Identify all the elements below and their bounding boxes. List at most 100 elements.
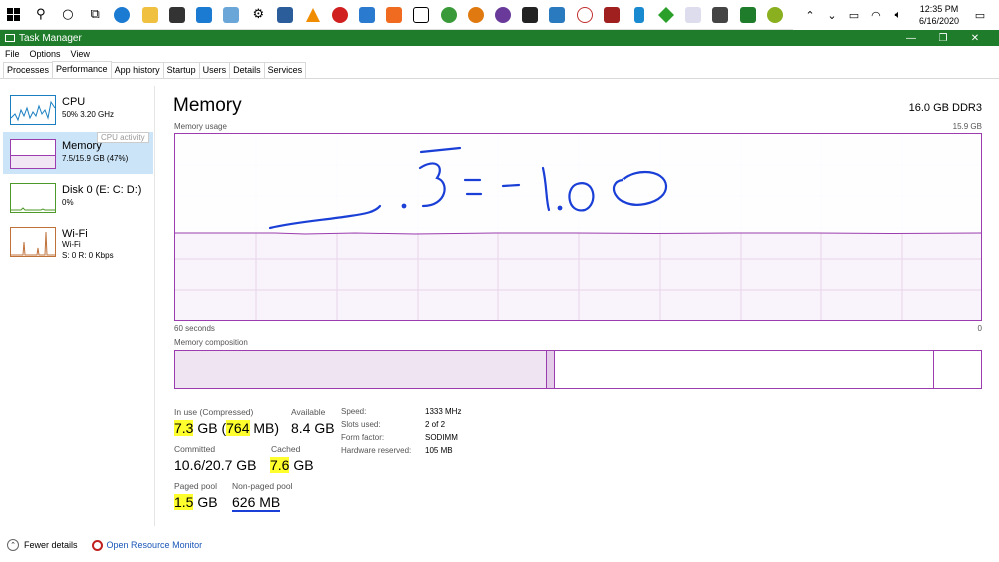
- menu-view[interactable]: View: [66, 49, 95, 59]
- paged-pool-value: 1.5 GB: [174, 494, 218, 510]
- app-icon-2[interactable]: [383, 5, 405, 25]
- memory-usage-label: Memory usage: [174, 122, 227, 131]
- tab-details[interactable]: Details: [229, 62, 265, 78]
- in-use-gb-unit: GB (: [193, 420, 227, 436]
- in-use-gb: 7.3: [174, 420, 194, 436]
- store-icon[interactable]: [166, 5, 188, 25]
- sidebar-memory-title: Memory: [62, 140, 102, 152]
- memory-composition-bar: [174, 350, 982, 389]
- app-icon-7[interactable]: [655, 5, 677, 25]
- tab-processes[interactable]: Processes: [3, 62, 54, 78]
- sidebar-wifi-title: Wi-Fi: [62, 228, 88, 240]
- memory-usage-chart: [175, 134, 981, 320]
- app-icon-3[interactable]: [465, 5, 487, 25]
- cached-unit: GB: [289, 457, 314, 473]
- tab-users[interactable]: Users: [198, 62, 231, 78]
- app-icon-10[interactable]: [764, 5, 786, 25]
- clock-date: 6/16/2020: [918, 16, 959, 26]
- composition-standby[interactable]: [555, 351, 934, 388]
- app-icon[interactable]: [220, 5, 242, 25]
- performance-sidebar: CPU 50% 3.20 GHz Memory 7.5/15.9 GB (47%…: [0, 86, 155, 526]
- edge-icon[interactable]: [111, 5, 133, 25]
- tab-bar: Processes Performance App history Startu…: [0, 61, 999, 79]
- tab-startup[interactable]: Startup: [162, 62, 200, 78]
- sidebar-wifi-sub: Wi-Fi: [62, 240, 81, 249]
- folder-icon[interactable]: [139, 5, 161, 25]
- windows-start-icon[interactable]: [3, 5, 25, 25]
- photos-icon[interactable]: [274, 5, 296, 25]
- wifi-icon[interactable]: ◠: [867, 5, 885, 25]
- chevron-up-icon[interactable]: ⌃: [801, 5, 819, 25]
- cpu-thumbnail: [10, 95, 56, 125]
- menu-file[interactable]: File: [0, 49, 25, 59]
- vscode-icon[interactable]: [356, 5, 378, 25]
- notifications-icon[interactable]: ▭: [971, 5, 989, 25]
- slots-value: 2 of 2: [425, 420, 446, 429]
- minimize-button[interactable]: —: [895, 33, 927, 44]
- sidebar-wifi-sub2: S: 0 R: 0 Kbps: [62, 251, 114, 260]
- tab-performance[interactable]: Performance: [52, 61, 112, 78]
- app-icon-5[interactable]: [519, 5, 541, 25]
- globe-icon[interactable]: [438, 5, 460, 25]
- cached-number: 7.6: [270, 457, 290, 473]
- resource-monitor-icon: [91, 539, 103, 551]
- 7zip-icon[interactable]: [410, 5, 432, 25]
- settings-icon[interactable]: ⚙: [247, 5, 269, 25]
- memory-composition-label: Memory composition: [174, 338, 248, 347]
- cpu-activity-tooltip: CPU activity: [97, 132, 149, 143]
- cached-label: Cached: [271, 444, 301, 454]
- sidebar-memory-sub: 7.5/15.9 GB (47%): [62, 154, 129, 163]
- app-icon-8[interactable]: [682, 5, 704, 25]
- search-icon[interactable]: ⚲: [30, 5, 52, 25]
- chevron-down-icon[interactable]: ⌄: [823, 5, 841, 25]
- in-use-label: In use (Compressed): [174, 407, 254, 417]
- close-button[interactable]: ✕: [959, 33, 991, 44]
- vlc-icon[interactable]: [302, 5, 324, 25]
- volume-icon[interactable]: 🔈︎: [889, 5, 907, 25]
- open-resource-monitor-link[interactable]: Open Resource Monitor: [107, 540, 203, 550]
- menu-options[interactable]: Options: [25, 49, 66, 59]
- cached-value: 7.6 GB: [270, 457, 314, 473]
- battery-icon[interactable]: ▭: [845, 5, 863, 25]
- form-factor-value: SODIMM: [425, 433, 458, 442]
- cortana-icon[interactable]: ○: [57, 5, 79, 25]
- sidebar-item-wifi[interactable]: Wi-Fi Wi-Fi S: 0 R: 0 Kbps: [3, 220, 153, 262]
- available-value: 8.4 GB: [291, 420, 335, 436]
- task-view-icon[interactable]: ⧉: [84, 5, 106, 25]
- calculator-icon[interactable]: [709, 5, 731, 25]
- in-use-compressed-unit: MB): [249, 420, 280, 436]
- paged-unit: GB: [193, 494, 218, 510]
- restore-button[interactable]: ❐: [927, 33, 959, 44]
- task-manager-icon: [5, 34, 15, 42]
- mail-icon[interactable]: [193, 5, 215, 25]
- app-icon-9[interactable]: [737, 5, 759, 25]
- app-icon-6[interactable]: [601, 5, 623, 25]
- menu-bar: File Options View: [0, 46, 95, 61]
- form-factor-label: Form factor:: [341, 433, 385, 442]
- app-icon-4[interactable]: [492, 5, 514, 25]
- snip-icon[interactable]: [574, 5, 596, 25]
- composition-modified[interactable]: [547, 351, 555, 388]
- sidebar-disk-sub: 0%: [62, 198, 74, 207]
- committed-label: Committed: [174, 444, 216, 454]
- fewer-details-button[interactable]: Fewer details: [24, 540, 78, 550]
- composition-in-use[interactable]: [175, 351, 547, 388]
- graph-time-left: 60 seconds: [174, 324, 215, 333]
- chevron-up-icon[interactable]: ⌃: [7, 539, 19, 551]
- window-title: Task Manager: [19, 32, 82, 44]
- sidebar-item-disk[interactable]: Disk 0 (E: C: D:) 0%: [3, 176, 153, 218]
- page-title: Memory: [173, 95, 242, 116]
- in-use-value: 7.3 GB (764 MB): [174, 420, 279, 436]
- slots-label: Slots used:: [341, 420, 381, 429]
- record-icon[interactable]: [329, 5, 351, 25]
- phone-icon[interactable]: [628, 5, 650, 25]
- sidebar-item-cpu[interactable]: CPU 50% 3.20 GHz: [3, 88, 153, 130]
- sidebar-cpu-title: CPU: [62, 96, 86, 108]
- graph-time-right: 0: [977, 324, 982, 333]
- tab-services[interactable]: Services: [263, 62, 307, 78]
- terminal-icon[interactable]: [546, 5, 568, 25]
- sidebar-disk-title: Disk 0 (E: C: D:): [62, 184, 142, 196]
- tab-app-history[interactable]: App history: [110, 62, 164, 78]
- memory-usage-max: 15.9 GB: [952, 122, 982, 131]
- clock[interactable]: 12:35 PM 6/16/2020: [909, 3, 969, 27]
